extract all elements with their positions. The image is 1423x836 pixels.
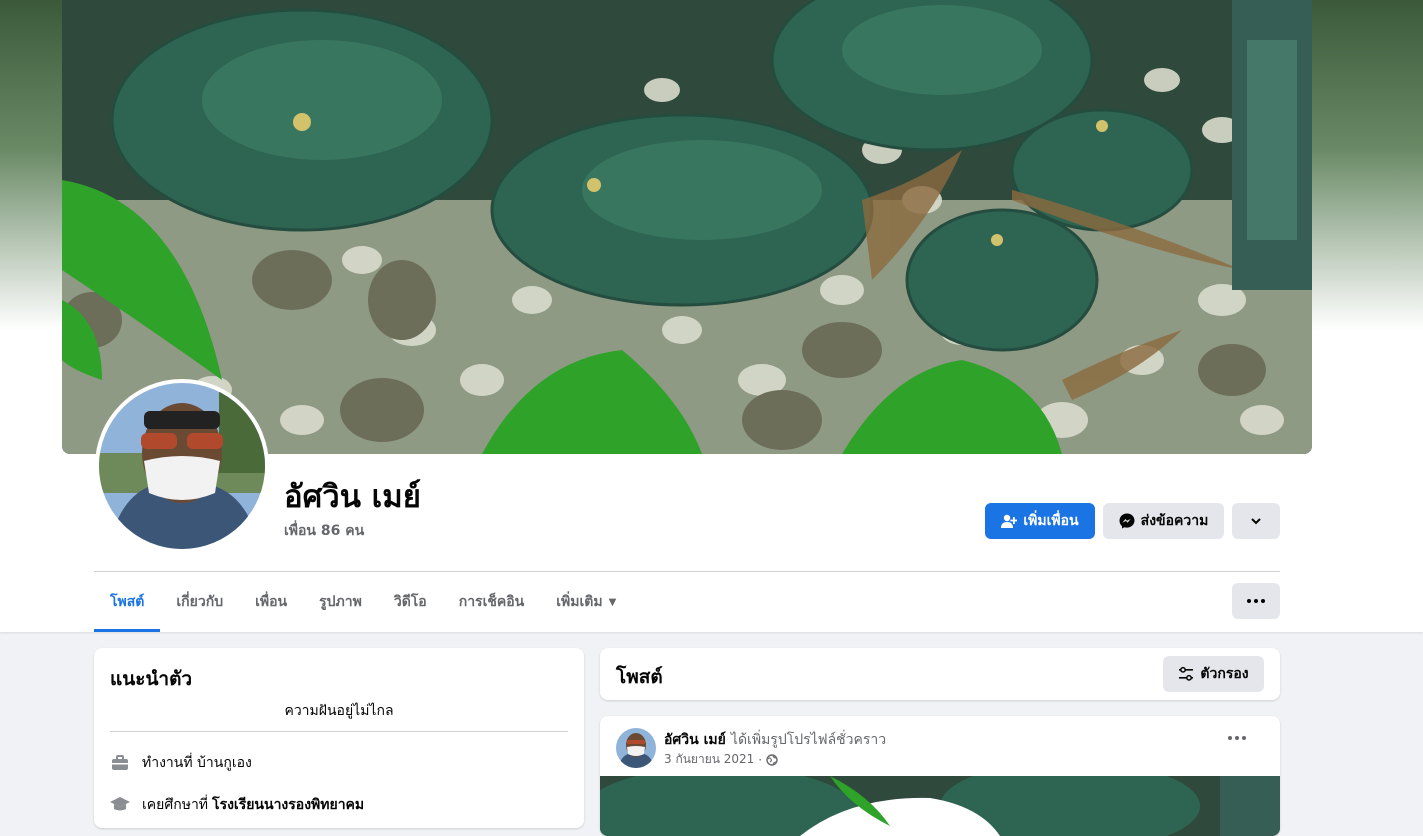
post-author-name[interactable]: อัศวิน เมย์	[664, 732, 726, 748]
tab-photos-label: รูปภาพ	[319, 594, 362, 610]
education-school-link[interactable]: โรงเรียนนางรองพิทยาคม	[212, 794, 364, 816]
profile-tabs: โพสต์ เกี่ยวกับ เพื่อน รูปภาพ วิดีโอ การ…	[94, 572, 632, 632]
tab-photos[interactable]: รูปภาพ	[303, 572, 378, 632]
add-friend-label: เพิ่มเพื่อน	[1023, 513, 1079, 529]
intro-divider	[110, 731, 568, 732]
post-date-link[interactable]: 3 กันยายน 2021	[664, 750, 754, 769]
work-row: ทำงานที่ บ้านกูเอง	[110, 752, 252, 774]
post-photo	[600, 776, 1280, 836]
message-button[interactable]: ส่งข้อความ	[1103, 503, 1224, 539]
meta-separator: ·	[758, 752, 763, 767]
profile-name: อัศวิน เมย์	[284, 479, 421, 515]
tab-about[interactable]: เกี่ยวกับ	[160, 572, 239, 632]
tab-more[interactable]: เพิ่มเติม ▼	[540, 572, 632, 632]
cover-photo[interactable]	[62, 0, 1312, 454]
more-dots-icon	[1228, 736, 1246, 740]
post-header: อัศวิน เมย์ ได้เพิ่มรูปโปรไฟล์ชั่วคราว	[664, 729, 886, 751]
tab-friends[interactable]: เพื่อน	[239, 572, 303, 632]
post-action-text: ได้เพิ่มรูปโปรไฟล์ชั่วคราว	[730, 732, 887, 748]
add-friend-button[interactable]: เพิ่มเพื่อน	[985, 503, 1095, 539]
intro-card: แนะนำตัว ความฝันอยู่ไม่ไกล ทำงานที่ บ้าน…	[94, 648, 584, 828]
profile-avatar[interactable]	[95, 379, 269, 553]
education-prefix: เคยศึกษาที่	[142, 797, 209, 813]
tab-checkins-label: การเช็คอิน	[458, 594, 525, 610]
more-actions-dropdown-button[interactable]	[1232, 503, 1280, 539]
caret-down-icon: ▼	[608, 596, 617, 608]
filter-button[interactable]: ตัวกรอง	[1163, 656, 1264, 692]
globe-icon	[766, 753, 778, 766]
education-row: เคยศึกษาที่ โรงเรียนนางรองพิทยาคม	[110, 794, 364, 816]
chevron-down-icon	[1251, 518, 1261, 525]
post-image[interactable]	[600, 776, 1280, 836]
posts-header-card: โพสต์ ตัวกรอง	[600, 648, 1280, 700]
more-dots-icon	[1247, 599, 1265, 603]
post-options-button[interactable]	[1228, 736, 1246, 740]
post-meta: 3 กันยายน 2021 ·	[664, 750, 778, 769]
tab-videos-label: วิดีโอ	[393, 594, 427, 610]
tab-videos[interactable]: วิดีโอ	[378, 572, 443, 632]
tab-more-label: เพิ่มเติม	[556, 594, 603, 610]
filter-label: ตัวกรอง	[1200, 666, 1249, 682]
profile-options-button[interactable]	[1232, 583, 1280, 619]
tab-posts[interactable]: โพสต์	[94, 572, 161, 632]
bio-text: ความฝันอยู่ไม่ไกล	[284, 703, 394, 719]
intro-title: แนะนำตัว	[110, 668, 193, 690]
work-text: ทำงานที่ บ้านกูเอง	[142, 755, 252, 771]
post-author-avatar[interactable]	[616, 728, 656, 768]
tab-about-label: เกี่ยวกับ	[176, 594, 224, 610]
tab-posts-label: โพสต์	[110, 594, 145, 610]
avatar-image	[99, 383, 265, 549]
briefcase-icon	[110, 753, 130, 773]
message-label: ส่งข้อความ	[1140, 513, 1209, 529]
posts-title: โพสต์	[616, 666, 663, 688]
tab-friends-label: เพื่อน	[255, 594, 288, 610]
messenger-icon	[1119, 513, 1135, 529]
cover-image	[62, 0, 1312, 454]
friends-count-link[interactable]: เพื่อน 86 คน	[284, 520, 364, 542]
add-friend-icon	[1001, 514, 1018, 528]
filter-sliders-icon	[1179, 666, 1194, 681]
tab-checkins[interactable]: การเช็คอิน	[443, 572, 541, 632]
graduation-cap-icon	[110, 795, 130, 815]
post-card: อัศวิน เมย์ ได้เพิ่มรูปโปรไฟล์ชั่วคราว 3…	[600, 716, 1280, 836]
